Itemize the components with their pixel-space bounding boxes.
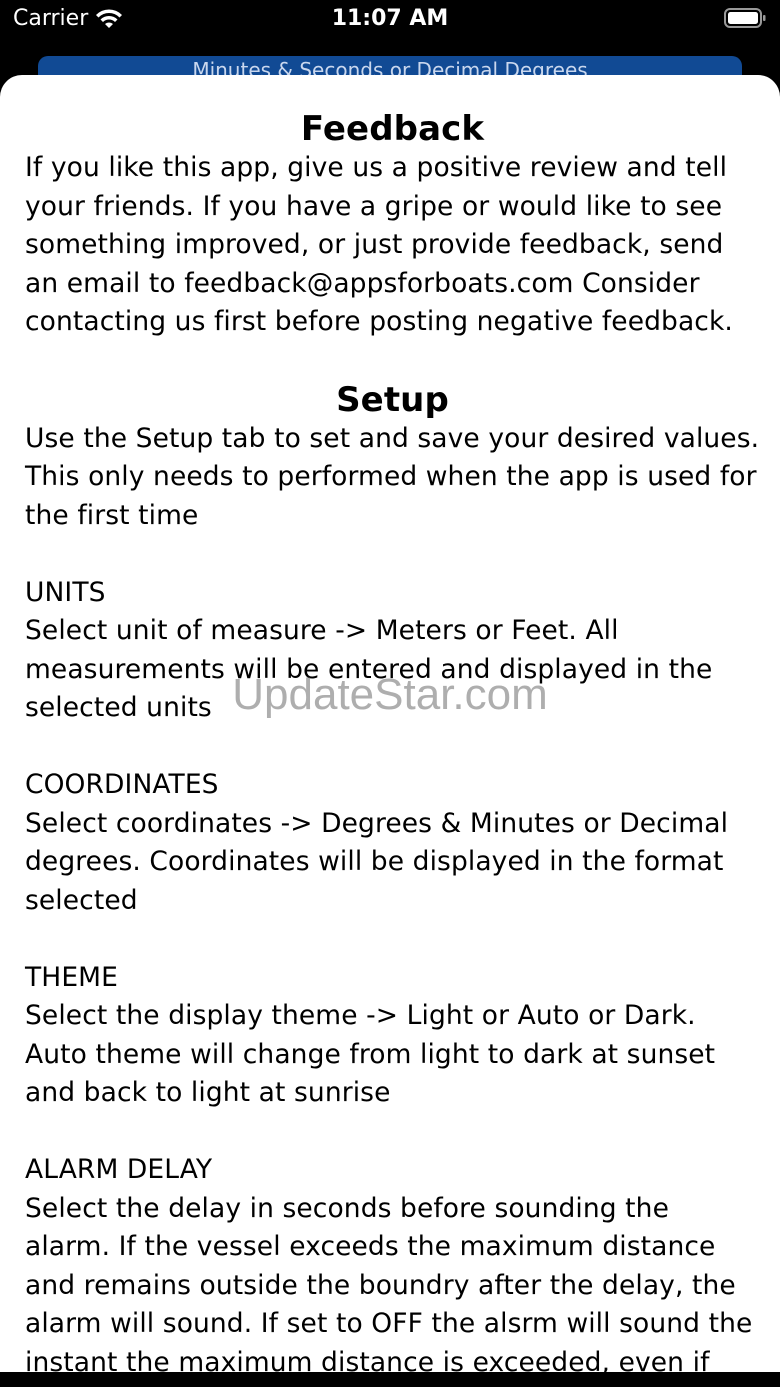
feedback-body: If you like this app, give us a positive… <box>25 152 736 337</box>
bottom-edge <box>0 1372 780 1387</box>
theme-text: Select the display theme -> Light or Aut… <box>25 1000 724 1108</box>
help-content: Feedback If you like this app, give us a… <box>25 109 760 1375</box>
clock: 11:07 AM <box>331 6 449 31</box>
coordinates-text: Select coordinates -> Degrees & Minutes … <box>25 807 737 916</box>
theme-heading: THEME <box>25 961 118 993</box>
units-heading: UNITS <box>25 576 106 608</box>
alarm-delay-heading: ALARM DELAY <box>25 1154 213 1185</box>
alarm-delay-text: Select the delay in seconds before sound… <box>25 1192 761 1376</box>
feedback-title: Feedback <box>300 109 485 149</box>
setup-intro: Use the Setup tab to set and save your d… <box>25 422 768 531</box>
help-sheet[interactable]: Feedback If you like this app, give us a… <box>0 75 780 1375</box>
coordinates-heading: COORDINATES <box>25 769 219 800</box>
setup-title: Setup <box>336 379 449 420</box>
battery-icon <box>724 8 766 28</box>
units-text: Select unit of measure -> Meters or Feet… <box>25 615 721 723</box>
status-bar: Carrier 11:07 AM <box>0 0 780 44</box>
